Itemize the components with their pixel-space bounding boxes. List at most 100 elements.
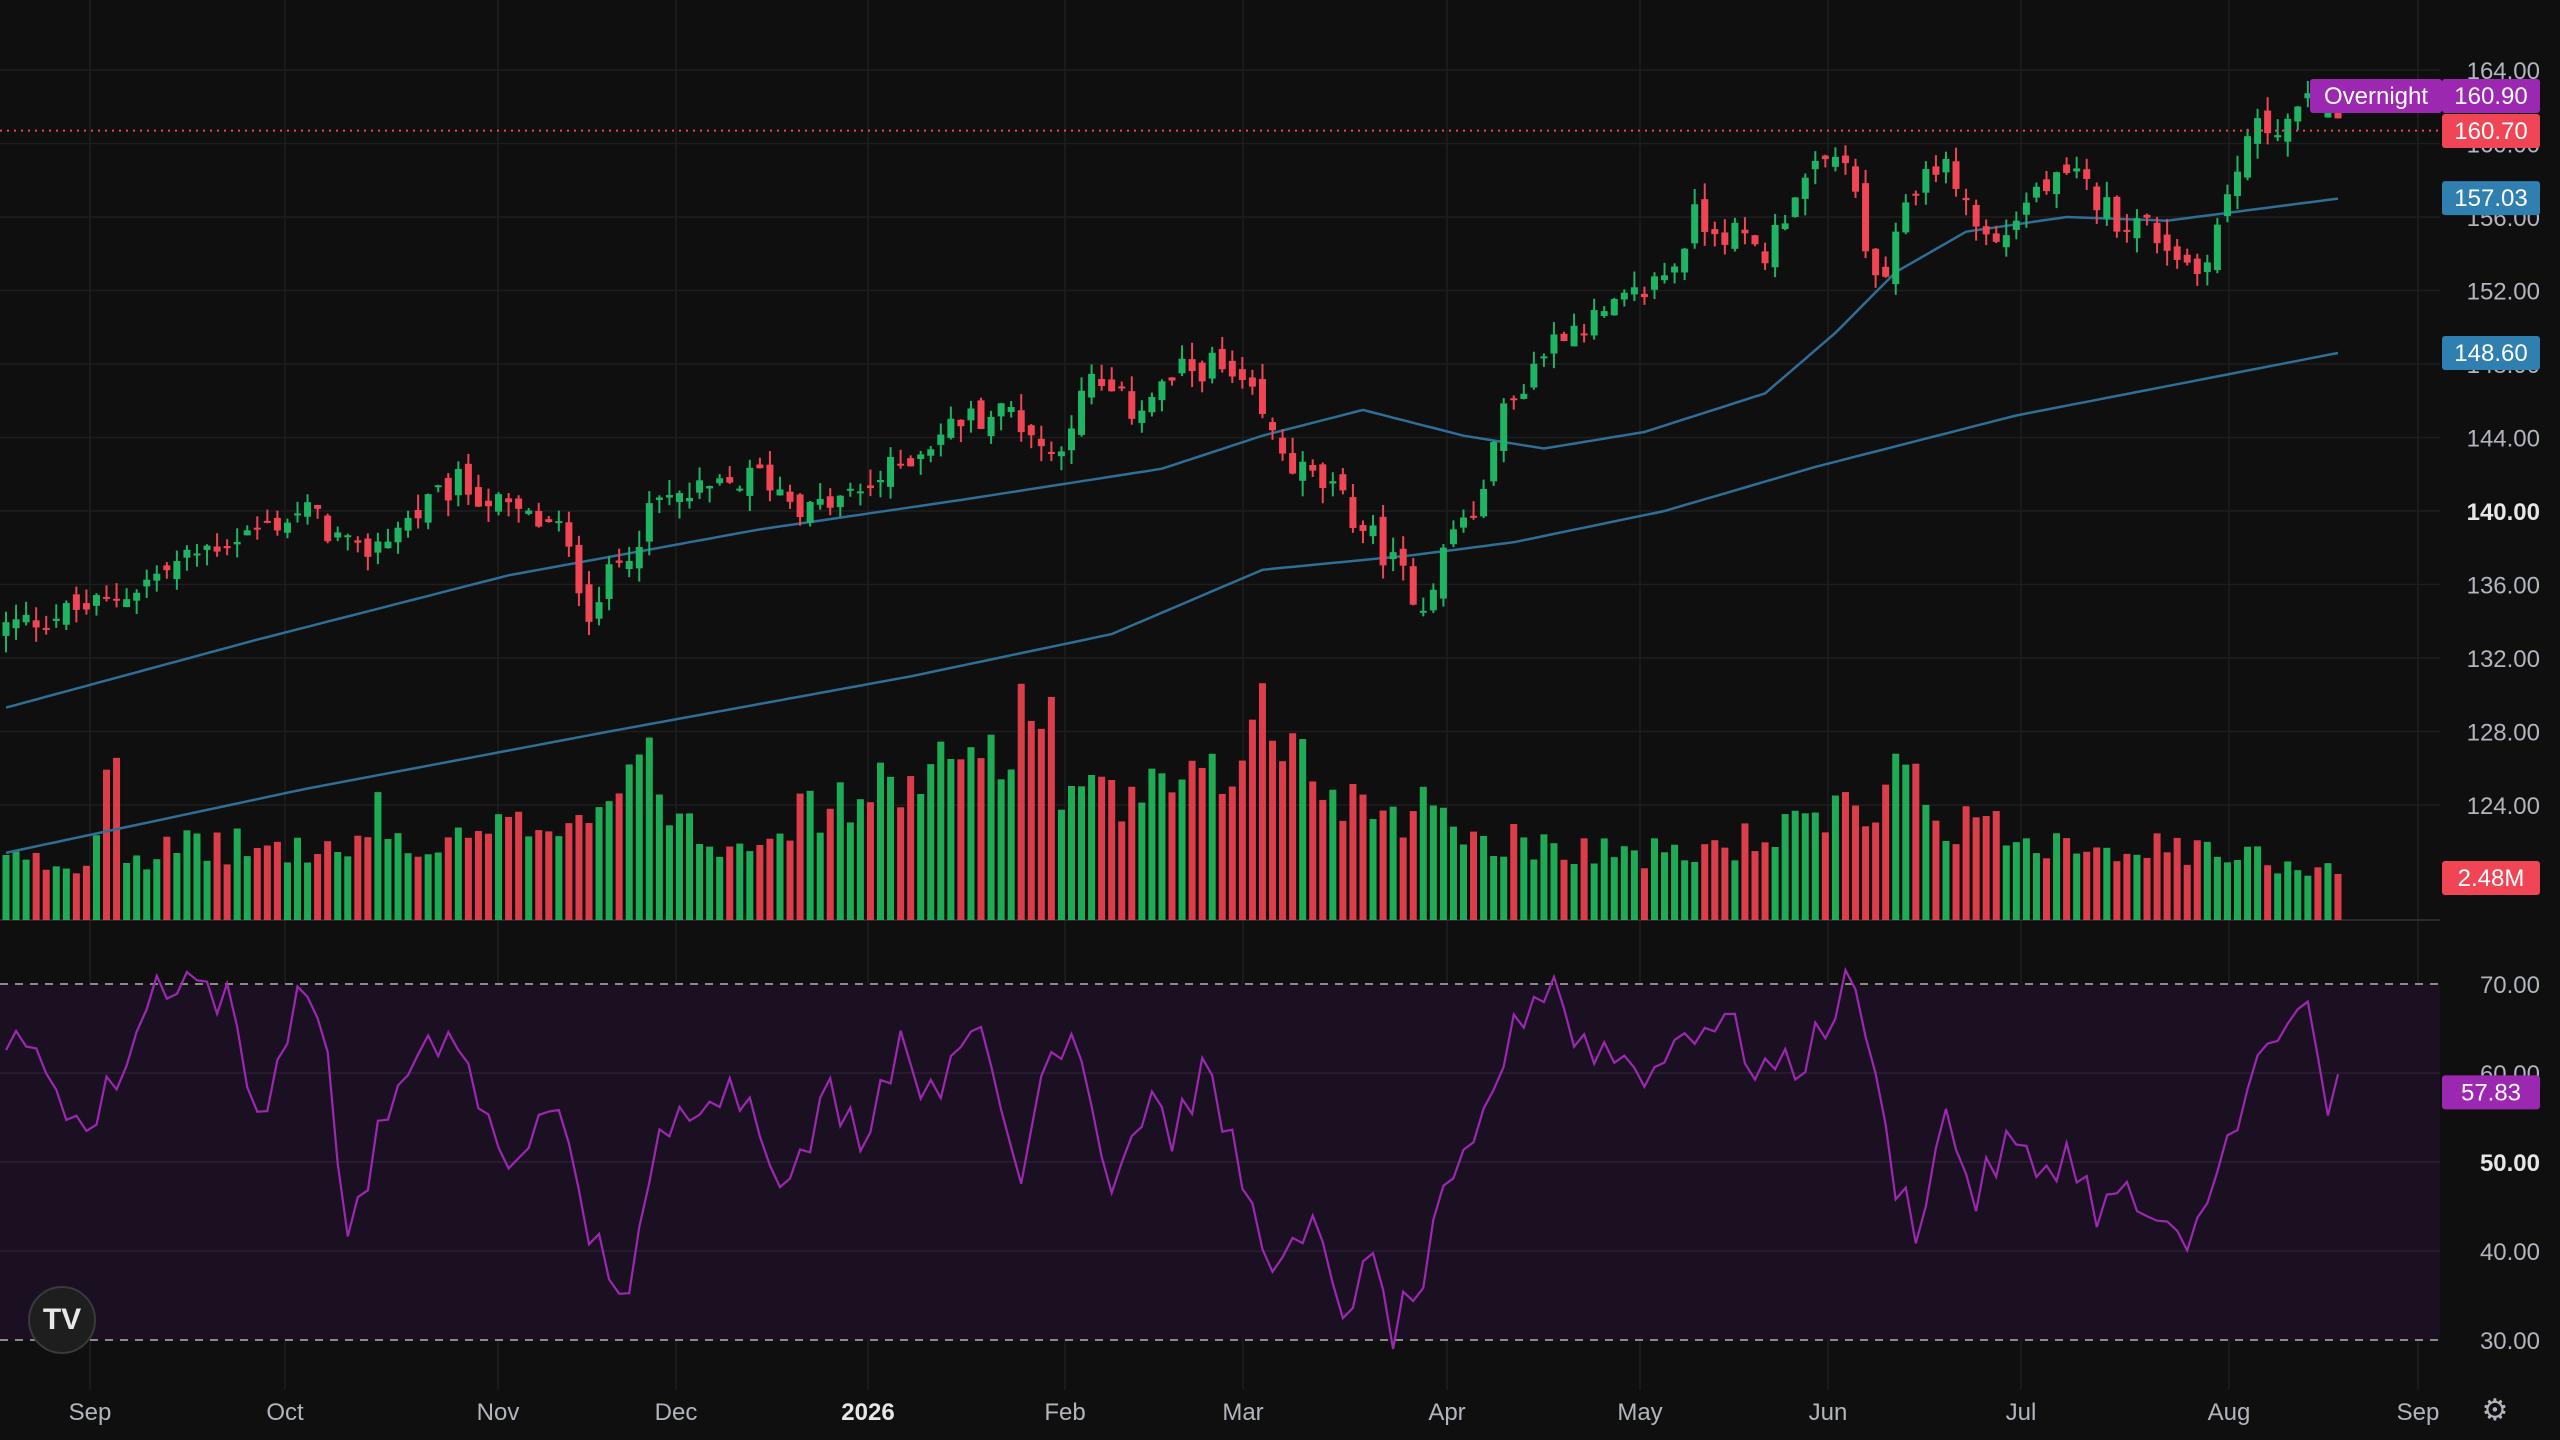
candle-body bbox=[505, 498, 513, 503]
volume-bar bbox=[434, 852, 442, 920]
settings-icon[interactable]: ⚙ bbox=[2478, 1394, 2512, 1428]
candle-body bbox=[1992, 233, 2000, 242]
volume-bar bbox=[515, 811, 523, 920]
volume-bar bbox=[424, 854, 432, 920]
volume-bar bbox=[1339, 820, 1347, 920]
volume-bar bbox=[2244, 846, 2252, 920]
volume-bar bbox=[686, 813, 694, 920]
candle-body bbox=[947, 418, 955, 438]
candle-body bbox=[273, 517, 281, 531]
candle-body bbox=[1791, 197, 1799, 217]
candle-body bbox=[444, 477, 452, 501]
candle-body bbox=[1862, 183, 1870, 252]
volume-bar bbox=[1831, 795, 1839, 920]
volume-bar bbox=[1600, 838, 1608, 920]
volume-bar bbox=[927, 764, 935, 920]
candle-body bbox=[1852, 166, 1860, 192]
volume-bar bbox=[877, 762, 884, 920]
last-price-text: 160.70 bbox=[2454, 118, 2527, 145]
rsi-tick-label: 40.00 bbox=[2480, 1239, 2540, 1266]
volume-bar bbox=[1399, 837, 1407, 920]
volume-bar bbox=[1801, 813, 1809, 920]
volume-bar bbox=[1691, 861, 1699, 920]
volume-bar bbox=[1198, 767, 1206, 920]
volume-bar bbox=[253, 848, 261, 920]
candle-body bbox=[585, 584, 593, 622]
candle-body bbox=[42, 627, 50, 630]
candle-body bbox=[2103, 197, 2111, 219]
candle-body bbox=[1399, 548, 1407, 566]
volume-bar bbox=[776, 833, 784, 920]
candle-body bbox=[1781, 223, 1789, 230]
volume-bar bbox=[203, 860, 211, 920]
candle-body bbox=[917, 454, 925, 460]
candle-body bbox=[806, 502, 814, 523]
volume-bar bbox=[1992, 811, 2000, 920]
time-tick-label: Aug bbox=[2208, 1399, 2251, 1426]
candle-body bbox=[977, 400, 985, 429]
candle-body bbox=[1942, 158, 1950, 173]
volume-bar bbox=[2043, 858, 2050, 920]
candle-body bbox=[1741, 229, 1749, 234]
volume-bar bbox=[1640, 868, 1648, 920]
candle-body bbox=[1721, 232, 1729, 245]
volume-bar bbox=[1460, 844, 1467, 920]
candle-body bbox=[2012, 220, 2020, 230]
candle-body bbox=[1831, 156, 1839, 167]
volume-bar bbox=[2294, 870, 2302, 920]
volume-bar bbox=[957, 759, 965, 920]
volume-bar bbox=[1419, 786, 1427, 920]
volume-value-text: 2.48M bbox=[2458, 865, 2525, 892]
price-tick-label: 152.00 bbox=[2467, 279, 2540, 306]
candle-body bbox=[263, 520, 271, 523]
volume-bar bbox=[334, 851, 342, 920]
candle-body bbox=[846, 488, 854, 491]
volume-bar bbox=[1329, 789, 1337, 920]
price-tick-label: 136.00 bbox=[2467, 573, 2540, 600]
candle-body bbox=[2063, 164, 2071, 174]
tradingview-logo-icon[interactable]: TV bbox=[28, 1286, 96, 1354]
volume-bar bbox=[1319, 799, 1327, 920]
candle-body bbox=[1811, 160, 1819, 170]
volume-bar bbox=[243, 856, 251, 920]
volume-bar bbox=[675, 813, 683, 920]
volume-bar bbox=[123, 862, 131, 920]
chart-canvas[interactable]: 164.00160.00156.00152.00148.00144.00140.… bbox=[0, 0, 2560, 1440]
candle-body bbox=[1007, 407, 1015, 412]
time-tick-label: Apr bbox=[1428, 1399, 1465, 1426]
candle-body bbox=[655, 497, 663, 500]
volume-bar bbox=[1118, 821, 1126, 920]
volume-bar bbox=[1721, 847, 1729, 920]
volume-bar bbox=[1037, 728, 1045, 920]
volume-bar bbox=[2334, 873, 2342, 920]
volume-bar bbox=[374, 792, 382, 920]
volume-bar bbox=[1650, 838, 1658, 920]
candle-body bbox=[2073, 168, 2081, 172]
candle-body bbox=[927, 449, 935, 456]
volume-bar bbox=[1912, 763, 1920, 920]
volume-bar bbox=[1248, 719, 1256, 920]
candle-body bbox=[575, 545, 583, 594]
candle-body bbox=[625, 561, 633, 570]
volume-bar bbox=[1409, 811, 1417, 920]
time-tick-label: Jun bbox=[1809, 1399, 1848, 1426]
candle-body bbox=[2153, 222, 2161, 244]
candle-body bbox=[1429, 589, 1437, 611]
candle-body bbox=[836, 495, 844, 508]
candle-body bbox=[1339, 474, 1347, 491]
candle-body bbox=[1319, 464, 1327, 488]
candle-body bbox=[1248, 377, 1256, 387]
candle-body bbox=[82, 603, 90, 610]
candle-body bbox=[253, 527, 261, 530]
volume-bar bbox=[294, 837, 301, 920]
volume-bar bbox=[1359, 794, 1367, 920]
volume-bar bbox=[2083, 851, 2091, 920]
volume-bar bbox=[2123, 853, 2131, 920]
time-tick-label: Dec bbox=[655, 1399, 698, 1426]
volume-bar bbox=[72, 873, 80, 920]
candle-body bbox=[1329, 481, 1337, 484]
candle-body bbox=[1801, 177, 1809, 199]
candle-body bbox=[1570, 325, 1578, 347]
candle-body bbox=[304, 502, 312, 517]
volume-bar bbox=[153, 859, 161, 920]
